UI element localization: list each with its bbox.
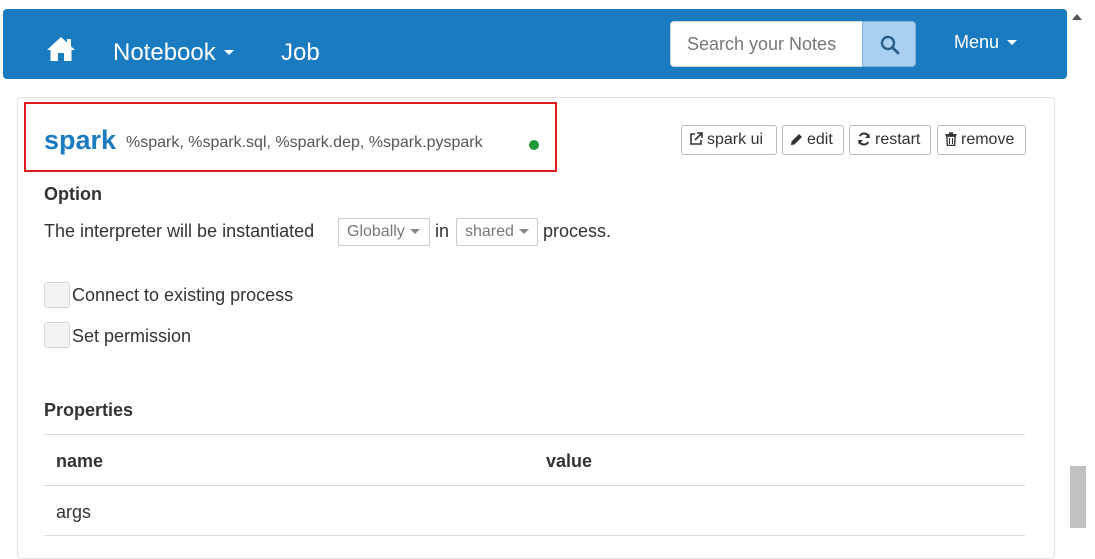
table-top-border [44, 434, 1025, 435]
edit-label: edit [807, 131, 833, 148]
remove-button[interactable]: remove [937, 125, 1026, 155]
restart-label: restart [875, 131, 921, 148]
instantiation-text-end: process. [543, 221, 612, 241]
instantiation-text-mid: in [435, 221, 450, 241]
status-indicator [529, 140, 539, 150]
table-header-divider [44, 485, 1025, 486]
remove-label: remove [961, 131, 1015, 148]
main-menu[interactable]: Menu [954, 31, 1018, 53]
column-header-value: value [546, 451, 593, 471]
search-input[interactable] [670, 21, 862, 67]
property-name-cell: args [56, 502, 92, 522]
trash-icon [945, 132, 957, 147]
scroll-up-arrow[interactable] [1072, 14, 1082, 20]
connect-existing-checkbox[interactable] [44, 282, 70, 308]
spark-ui-button[interactable]: spark ui [681, 125, 777, 155]
pencil-icon [791, 134, 802, 145]
scrollbar-thumb[interactable] [1070, 466, 1086, 528]
instantiation-mode-value: Globally [347, 223, 405, 240]
chevron-down-icon [223, 50, 234, 56]
connect-existing-label[interactable]: Connect to existing process [72, 284, 293, 306]
instantiation-mode-select[interactable]: Globally [338, 218, 430, 246]
chevron-down-icon [518, 229, 529, 235]
notebook-menu-label: Notebook [113, 39, 216, 66]
set-permission-checkbox[interactable] [44, 322, 70, 348]
search-icon [880, 35, 900, 55]
set-permission-label[interactable]: Set permission [72, 325, 191, 347]
column-header-name: name [56, 451, 104, 471]
top-navbar: Notebook Job Menu [3, 9, 1067, 79]
edit-button[interactable]: edit [782, 125, 844, 155]
process-mode-value: shared [465, 223, 514, 240]
refresh-icon [858, 132, 870, 146]
home-icon[interactable] [46, 35, 76, 63]
process-mode-select[interactable]: shared [456, 218, 538, 246]
job-link[interactable]: Job [281, 39, 320, 67]
search-button[interactable] [862, 21, 916, 67]
spark-ui-label: spark ui [707, 131, 764, 148]
notebook-menu[interactable]: Notebook [113, 39, 234, 67]
option-heading: Option [44, 184, 102, 204]
restart-button[interactable]: restart [849, 125, 931, 155]
chevron-down-icon [409, 229, 420, 235]
properties-heading: Properties [44, 400, 134, 420]
main-menu-label: Menu [954, 32, 1000, 52]
chevron-down-icon [1007, 39, 1018, 45]
interpreter-name: spark [44, 125, 117, 155]
interpreter-bindings: %spark, %spark.sql, %spark.dep, %spark.p… [126, 134, 483, 151]
table-row-divider [44, 535, 1025, 536]
instantiation-text-start: The interpreter will be instantiated [44, 221, 315, 241]
external-link-icon [690, 132, 703, 145]
